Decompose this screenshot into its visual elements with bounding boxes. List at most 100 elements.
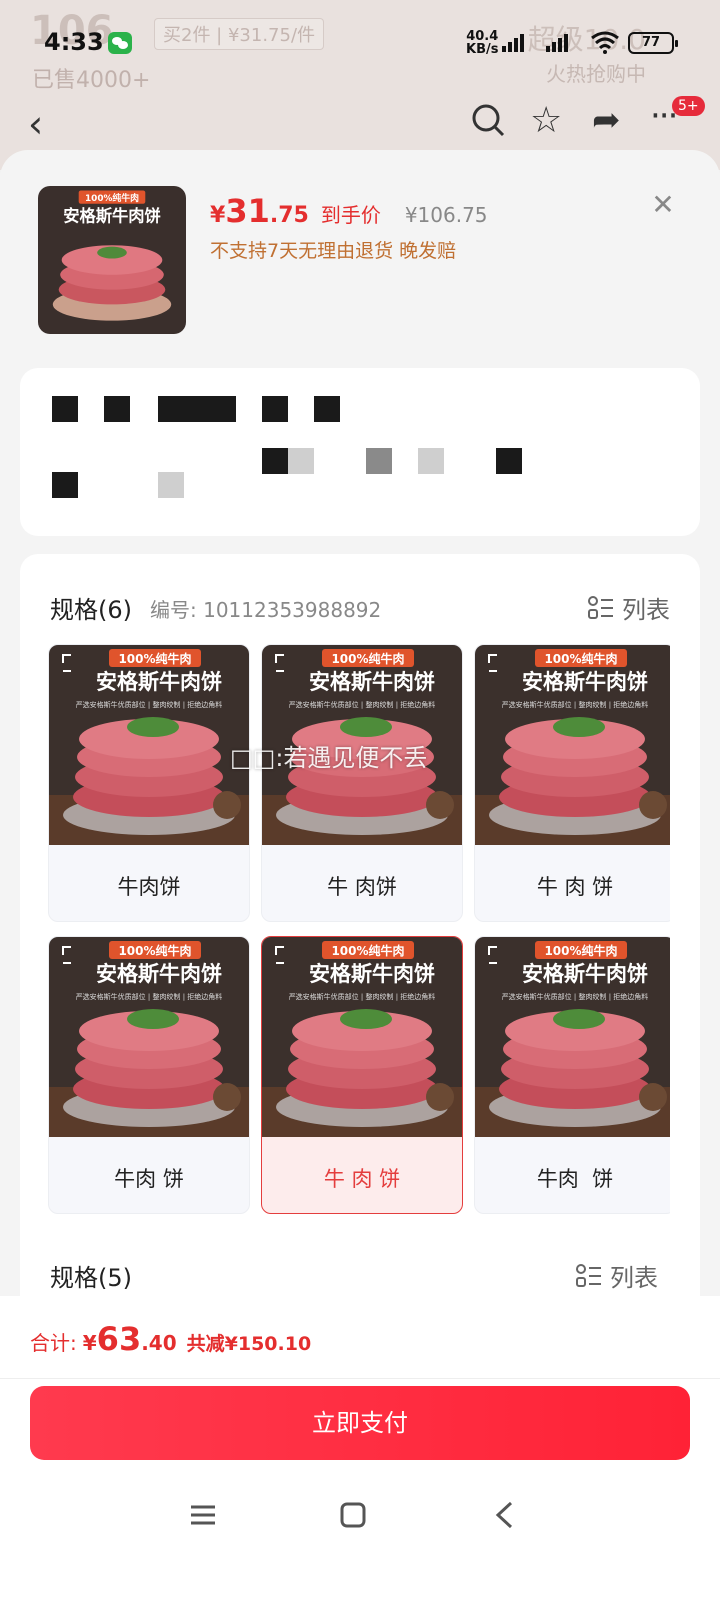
return-policy: 不支持7天无理由退货 晚发赔 <box>210 240 457 262</box>
svg-text:100%纯牛肉: 100%纯牛肉 <box>118 651 191 666</box>
spec-option-tile[interactable]: 100%纯牛肉安格斯牛肉饼严选安格斯牛优质部位 | 整肉绞制 | 拒绝边角料牛 … <box>261 644 463 922</box>
redacted-block <box>52 472 78 498</box>
back-icon[interactable]: ‹ <box>28 102 43 146</box>
spec-option-image: 100%纯牛肉安格斯牛肉饼严选安格斯牛优质部位 | 整肉绞制 | 拒绝边角料 <box>475 937 670 1137</box>
spec-option-tile[interactable]: 100%纯牛肉安格斯牛肉饼严选安格斯牛优质部位 | 整肉绞制 | 拒绝边角料牛 … <box>261 936 463 1214</box>
spec-option-label: 牛肉 饼 <box>114 1167 184 1191</box>
redacted-block <box>418 448 444 474</box>
svg-text:安格斯牛肉饼: 安格斯牛肉饼 <box>63 207 161 226</box>
total-decimal: .40 <box>141 1331 177 1355</box>
spec-option-image: 100%纯牛肉安格斯牛肉饼严选安格斯牛优质部位 | 整肉绞制 | 拒绝边角料 <box>49 645 249 845</box>
svg-text:安格斯牛肉饼: 安格斯牛肉饼 <box>522 670 648 694</box>
svg-text:严选安格斯牛优质部位 | 整肉绞制 | 拒绝边角料: 严选安格斯牛优质部位 | 整肉绞制 | 拒绝边角料 <box>502 992 649 1001</box>
original-price: ¥106.75 <box>404 203 488 227</box>
price-currency: ¥ <box>210 203 226 228</box>
spec-card: 规格(6) 编号: 10112353988892 列表 100%纯牛肉安格斯牛肉… <box>20 554 700 1314</box>
product-thumbnail[interactable]: 100%纯牛肉 安格斯牛肉饼 <box>38 186 186 334</box>
spec-option-label: 牛 肉 饼 <box>536 875 614 899</box>
watermark-text: □□:若遇见便不丢 <box>230 744 428 772</box>
svg-text:安格斯牛肉饼: 安格斯牛肉饼 <box>309 962 435 986</box>
network-speed-unit: KB/s <box>466 42 499 57</box>
status-time: 4:33 <box>44 28 104 56</box>
total-integer: 63 <box>96 1320 142 1358</box>
signal-icon <box>544 32 578 52</box>
spec-option-label: 牛 肉 饼 <box>323 1167 401 1191</box>
svg-text:100%纯牛肉: 100%纯牛肉 <box>331 943 404 958</box>
network-speed: 40.4 KB/s <box>466 30 498 56</box>
svg-text:严选安格斯牛优质部位 | 整肉绞制 | 拒绝边角料: 严选安格斯牛优质部位 | 整肉绞制 | 拒绝边角料 <box>76 992 223 1001</box>
spec-option-tile[interactable]: 100%纯牛肉安格斯牛肉饼严选安格斯牛优质部位 | 整肉绞制 | 拒绝边角料牛 … <box>474 644 670 922</box>
redacted-block <box>52 396 78 422</box>
svg-text:严选安格斯牛优质部位 | 整肉绞制 | 拒绝边角料: 严选安格斯牛优质部位 | 整肉绞制 | 拒绝边角料 <box>502 700 649 709</box>
svg-text:100%纯牛肉: 100%纯牛肉 <box>85 192 139 204</box>
total-saving: 共减¥150.10 <box>186 1333 312 1355</box>
spec-option-image: 100%纯牛肉安格斯牛肉饼严选安格斯牛优质部位 | 整肉绞制 | 拒绝边角料 <box>475 645 670 845</box>
redacted-block <box>314 396 340 422</box>
close-icon[interactable]: ✕ <box>646 188 680 222</box>
search-icon[interactable] <box>470 102 506 138</box>
svg-text:严选安格斯牛优质部位 | 整肉绞制 | 拒绝边角料: 严选安格斯牛优质部位 | 整肉绞制 | 拒绝边角料 <box>289 700 436 709</box>
redacted-block <box>496 448 522 474</box>
back-nav-icon[interactable] <box>494 1500 514 1530</box>
spec-option-label: 牛肉饼 <box>117 875 181 899</box>
redacted-block <box>262 396 288 422</box>
svg-text:安格斯牛肉饼: 安格斯牛肉饼 <box>96 962 222 986</box>
system-nav-bar <box>0 1490 720 1550</box>
pay-now-button[interactable]: 立即支付 <box>30 1386 690 1460</box>
spec-option-image: 100%纯牛肉安格斯牛肉饼严选安格斯牛优质部位 | 整肉绞制 | 拒绝边角料 <box>262 937 462 1137</box>
favorite-star-icon[interactable]: ☆ <box>530 100 562 141</box>
redacted-block <box>104 396 130 422</box>
spec-option-grid: 100%纯牛肉 安格斯牛肉饼 严选安格斯牛优质部位 | 整肉绞制 | 拒绝边角料 牛肉… <box>48 644 670 1224</box>
spec-title-2: 规格(5) <box>50 1264 132 1292</box>
svg-text:100%纯牛肉: 100%纯牛肉 <box>544 943 617 958</box>
wifi-icon <box>591 31 619 54</box>
spec-option-tile[interactable]: 100%纯牛肉安格斯牛肉饼严选安格斯牛优质部位 | 整肉绞制 | 拒绝边角料牛肉… <box>48 644 250 922</box>
redacted-block <box>158 396 236 422</box>
list-icon <box>588 595 613 619</box>
list-view-toggle-2[interactable]: 列表 <box>576 1258 658 1293</box>
svg-text:100%纯牛肉: 100%纯牛肉 <box>331 651 404 666</box>
redacted-block <box>288 448 314 474</box>
svg-text:严选安格斯牛优质部位 | 整肉绞制 | 拒绝边角料: 严选安格斯牛优质部位 | 整肉绞制 | 拒绝边角料 <box>76 700 223 709</box>
signal-icon <box>500 32 534 52</box>
background-sold-count: 已售4000+ <box>32 68 151 93</box>
svg-text:安格斯牛肉饼: 安格斯牛肉饼 <box>309 670 435 694</box>
message-count-badge: 5+ <box>672 96 705 116</box>
list-icon <box>576 1263 601 1287</box>
wechat-notification-icon <box>108 32 132 54</box>
svg-text:安格斯牛肉饼: 安格斯牛肉饼 <box>96 670 222 694</box>
redacted-block <box>262 448 288 474</box>
price-line: ¥ 31 .75 到手价 ¥106.75 <box>210 192 488 230</box>
spec-option-label: 牛肉 饼 <box>536 1167 614 1191</box>
divider <box>0 1378 720 1379</box>
spec-header: 规格(6) 编号: 10112353988892 列表 <box>50 590 670 630</box>
spec-option-tile[interactable]: 100%纯牛肉安格斯牛肉饼严选安格斯牛优质部位 | 整肉绞制 | 拒绝边角料牛肉… <box>474 936 670 1214</box>
battery-indicator: 77 <box>628 32 678 54</box>
product-thumbnail-image: 100%纯牛肉 安格斯牛肉饼 <box>38 186 186 334</box>
share-icon[interactable]: ➦ <box>592 100 621 140</box>
list-view-toggle[interactable]: 列表 <box>588 590 670 625</box>
price-integer: 31 <box>225 192 270 230</box>
redacted-block <box>366 448 392 474</box>
sheet-header: 100%纯牛肉 安格斯牛肉饼 ¥ 31 .75 到手价 ¥106.75 不支持7… <box>0 150 720 360</box>
price-label: 到手价 <box>320 203 381 227</box>
svg-text:严选安格斯牛优质部位 | 整肉绞制 | 拒绝边角料: 严选安格斯牛优质部位 | 整肉绞制 | 拒绝边角料 <box>289 992 436 1001</box>
redacted-block <box>158 472 184 498</box>
recent-apps-icon[interactable] <box>190 1502 216 1528</box>
spec-code: 编号: 10112353988892 <box>150 598 382 622</box>
status-bar: 4:33 40.4 KB/s 77 <box>0 20 720 64</box>
checkout-footer: 合计: ¥ 63 .40 共减¥150.10 立即支付 <box>0 1296 720 1600</box>
list-label-2: 列表 <box>610 1264 658 1292</box>
spec-option-label: 牛 肉饼 <box>327 875 397 899</box>
address-card[interactable] <box>20 368 700 536</box>
list-label: 列表 <box>622 596 670 624</box>
home-icon[interactable] <box>340 1502 366 1528</box>
price-decimal: .75 <box>269 203 309 228</box>
total-label: 合计: <box>30 1331 77 1355</box>
svg-text:安格斯牛肉饼: 安格斯牛肉饼 <box>522 962 648 986</box>
svg-text:100%纯牛肉: 100%纯牛肉 <box>118 943 191 958</box>
spec-option-tile[interactable]: 100%纯牛肉安格斯牛肉饼严选安格斯牛优质部位 | 整肉绞制 | 拒绝边角料牛肉… <box>48 936 250 1214</box>
background-nav-bar: ‹ ☆ ➦ ··· 5+ <box>0 96 720 150</box>
spec-option-image: 100%纯牛肉安格斯牛肉饼严选安格斯牛优质部位 | 整肉绞制 | 拒绝边角料 <box>49 937 249 1137</box>
svg-text:100%纯牛肉: 100%纯牛肉 <box>544 651 617 666</box>
